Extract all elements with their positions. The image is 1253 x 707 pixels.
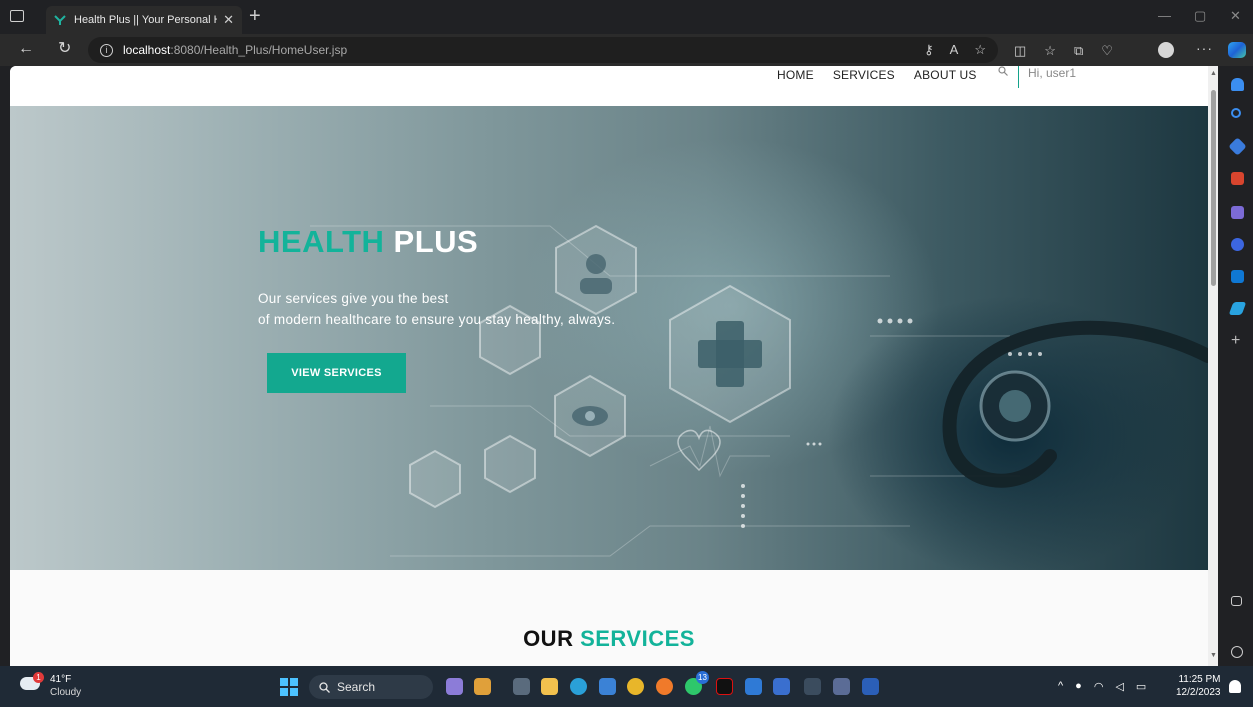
site-info-icon[interactable]: i [100,43,113,57]
windows-start-icon[interactable] [280,678,298,696]
chrome-browser-icon[interactable] [627,678,644,695]
collections-icon[interactable]: ⧉ [1074,43,1083,59]
tools-briefcase-icon[interactable] [1231,172,1244,185]
nav-home[interactable]: HOME [777,68,814,82]
shopping-tag-icon[interactable] [1228,137,1247,156]
wifi-icon[interactable]: ◠ [1094,680,1104,693]
show-hidden-icons-chevron-icon[interactable]: ^ [1058,680,1063,693]
favorite-star-icon[interactable]: ☆ [974,42,986,58]
notifications-bell-icon[interactable] [1231,78,1244,91]
games-icon[interactable] [1231,206,1244,219]
hero-title-main: PLUS [393,224,479,259]
whatsapp-badge: 13 [696,671,709,684]
tab-close-icon[interactable]: ✕ [223,12,234,28]
widgets-app-icon[interactable] [446,678,463,695]
windows-taskbar: 1 41°F Cloudy Search 13 ^ ● ◠ ◁ ▭ 11:25 … [0,666,1253,707]
clock-time: 11:25 PM [1178,674,1221,685]
edge-browser-icon[interactable] [570,678,587,695]
page-scrollbar[interactable]: ▲ ▼ [1208,66,1218,666]
browser-tab-strip: Health Plus || Your Personal Healt ✕ + —… [0,0,1253,34]
new-tab-button[interactable]: + [249,6,261,26]
netflix-icon[interactable] [716,678,733,695]
send-icon[interactable] [1228,302,1247,315]
edge-sidebar: + [1222,66,1253,666]
scroll-up-arrow-icon[interactable]: ▲ [1210,70,1217,77]
site-header: HOME SERVICES ABOUT US Hi, user1 [10,66,1208,106]
hero-title-accent: HEALTH [258,224,385,259]
search-icon[interactable] [998,66,1008,76]
tray-app-icon[interactable]: ● [1075,680,1082,693]
reload-icon[interactable]: ↻ [58,41,71,57]
weather-alert-badge: 1 [33,672,44,683]
weather-temperature[interactable]: 41°F [50,674,71,685]
search-sidebar-icon[interactable] [1231,108,1241,118]
page-viewport: HOME SERVICES ABOUT US Hi, user1 HEALTH … [10,66,1218,666]
hide-sidebar-icon[interactable] [1231,596,1242,606]
nav-services[interactable]: SERVICES [833,68,895,82]
firefox-browser-icon[interactable] [656,678,673,695]
tab-title: Health Plus || Your Personal Healt [74,14,217,26]
browser-toolbar: ← ↻ i localhost :8080/Health_Plus/HomeUs… [0,34,1253,66]
tab-actions-icon[interactable] [10,10,24,22]
taskbar-search[interactable]: Search [309,675,433,699]
back-arrow-icon[interactable]: ← [18,41,34,57]
close-window-icon[interactable]: ✕ [1230,8,1241,24]
add-sidebar-app-icon[interactable]: + [1231,333,1244,349]
url-path: :8080/Health_Plus/HomeUser.jsp [170,43,348,57]
copilot-sidebar-icon[interactable] [1231,238,1244,251]
view-services-button[interactable]: VIEW SERVICES [267,353,406,393]
notification-bell-icon[interactable] [1229,680,1241,693]
system-tray: ^ ● ◠ ◁ ▭ [1058,680,1146,693]
calculator-icon[interactable] [745,678,762,695]
main-menu: HOME SERVICES ABOUT US [777,66,977,84]
services-heading-part1: OUR [523,626,574,651]
hero-description: Our services give you the best of modern… [258,288,615,330]
microsoft-store-icon[interactable] [599,678,616,695]
maximize-icon[interactable]: ▢ [1194,8,1206,24]
address-bar-actions: ⚷ A ☆ [924,42,986,58]
clock-date: 12/2/2023 [1176,687,1221,698]
scroll-thumb[interactable] [1211,90,1216,286]
user-greeting[interactable]: Hi, user1 [1028,66,1076,80]
address-bar[interactable]: i localhost :8080/Health_Plus/HomeUser.j… [88,37,998,63]
services-heading-part2: SERVICES [580,626,695,651]
tab-health-plus[interactable]: Health Plus || Your Personal Healt ✕ [46,6,242,34]
hero-line-2: of modern healthcare to ensure you stay … [258,312,616,327]
people-app-icon[interactable] [474,678,491,695]
minimize-icon[interactable]: — [1158,8,1171,23]
header-divider [1018,66,1019,88]
read-aloud-icon[interactable]: A [950,42,959,58]
more-options-icon[interactable]: ··· [1196,40,1213,56]
taskbar-search-label: Search [337,680,376,694]
task-view-icon[interactable] [513,678,530,695]
volume-icon[interactable]: ◁ [1115,680,1123,693]
nav-about-us[interactable]: ABOUT US [914,68,977,82]
url-host: localhost [123,43,171,57]
sidebar-settings-gear-icon[interactable] [1231,646,1243,658]
system-clock[interactable]: 11:25 PM 12/2/2023 [1176,673,1221,699]
browser-essentials-icon[interactable]: ♡ [1101,43,1113,59]
copilot-icon[interactable] [1228,42,1246,58]
services-heading: OUR SERVICES [10,626,1208,652]
health-plus-favicon-icon [54,15,66,25]
terminal-icon[interactable] [804,678,821,695]
ide-app-icon[interactable] [833,678,850,695]
word-app-icon[interactable] [862,678,879,695]
browser-extension-icons: ◫ ☆ ⧉ ♡ [1014,43,1113,59]
favorites-icon[interactable]: ☆ [1044,43,1056,59]
hero-title: HEALTH PLUS [258,224,478,260]
file-explorer-icon[interactable] [541,678,558,695]
medical-background-image [310,224,1208,557]
hero-line-1: Our services give you the best [258,291,449,306]
snipping-tool-icon[interactable] [773,678,790,695]
scroll-down-arrow-icon[interactable]: ▼ [1210,652,1217,659]
outlook-icon[interactable] [1231,270,1244,283]
weather-condition[interactable]: Cloudy [50,687,81,698]
battery-icon[interactable]: ▭ [1136,680,1146,693]
profile-avatar-icon[interactable] [1158,42,1174,58]
key-icon[interactable]: ⚷ [924,42,934,58]
taskbar-search-icon [319,681,330,693]
hero-banner: HEALTH PLUS Our services give you the be… [10,106,1208,570]
split-screen-icon[interactable]: ◫ [1014,43,1026,59]
